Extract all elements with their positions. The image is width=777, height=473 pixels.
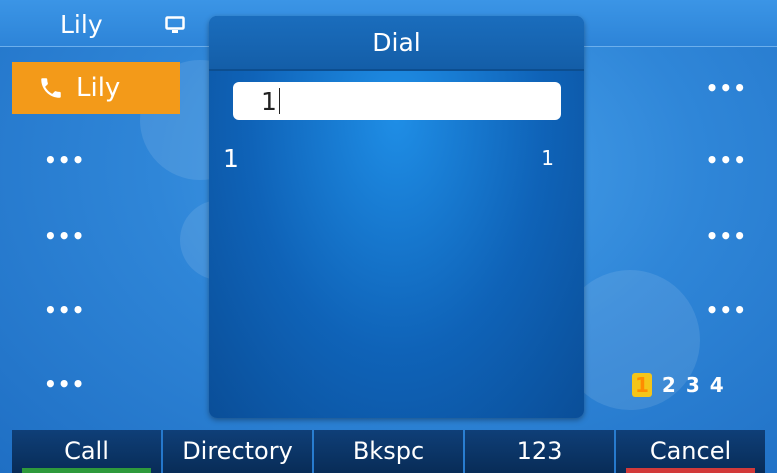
account-name: Lily	[60, 10, 103, 39]
search-result-name[interactable]: 1	[223, 144, 239, 173]
monitor-icon	[165, 16, 185, 33]
line-key-empty[interactable]: •••	[12, 210, 180, 262]
backspace-softkey[interactable]: Bkspc	[314, 430, 463, 473]
softkey-label: Cancel	[649, 437, 732, 465]
input-mode-softkey[interactable]: 123	[465, 430, 614, 473]
page-4[interactable]: 4	[710, 373, 724, 397]
text-caret	[278, 88, 280, 114]
more-dots: •••	[705, 224, 747, 248]
line-key-empty[interactable]: •••	[665, 134, 765, 186]
softkey-bar: Call Directory Bkspc 123 Cancel	[12, 430, 765, 473]
dial-input[interactable]: 1	[233, 82, 561, 120]
more-dots: •••	[705, 298, 747, 322]
page-2[interactable]: 2	[662, 373, 676, 397]
call-softkey[interactable]: Call	[12, 430, 161, 473]
softkey-label: Directory	[182, 437, 293, 465]
line-key-empty[interactable]: •••	[665, 62, 765, 114]
cancel-softkey[interactable]: Cancel	[616, 430, 765, 473]
line-key-empty[interactable]: •••	[12, 358, 180, 410]
page-1[interactable]: 1	[632, 373, 652, 397]
softkey-label: Call	[64, 437, 109, 465]
line-key-lily[interactable]: Lily	[12, 62, 180, 114]
more-dots: •••	[705, 148, 747, 172]
more-dots: •••	[44, 298, 86, 322]
line-key-label: Lily	[76, 73, 121, 103]
dial-input-value: 1	[261, 86, 277, 116]
dial-dialog: Dial 1 1 1	[209, 16, 584, 418]
dialog-title: Dial	[209, 16, 584, 71]
more-dots: •••	[44, 372, 86, 396]
line-key-empty[interactable]: •••	[12, 284, 180, 336]
call-accent-bar	[22, 468, 151, 473]
softkey-label: Bkspc	[352, 437, 425, 465]
line-key-empty[interactable]: •••	[665, 210, 765, 262]
more-dots: •••	[44, 148, 86, 172]
search-result-number[interactable]: 1	[541, 146, 554, 170]
phone-icon	[41, 78, 61, 98]
cancel-accent-bar	[626, 468, 755, 473]
line-key-empty[interactable]: •••	[665, 284, 765, 336]
line-key-empty[interactable]: •••	[12, 134, 180, 186]
softkey-label: 123	[516, 437, 563, 465]
directory-softkey[interactable]: Directory	[163, 430, 312, 473]
more-dots: •••	[44, 224, 86, 248]
page-indicator: 1 2 3 4	[632, 373, 724, 397]
more-dots: •••	[705, 76, 747, 100]
page-3[interactable]: 3	[686, 373, 700, 397]
